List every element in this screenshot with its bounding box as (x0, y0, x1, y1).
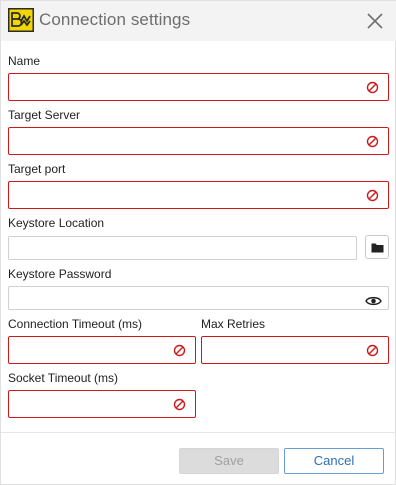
socket-timeout-input[interactable] (9, 391, 195, 417)
cancel-button[interactable]: Cancel (284, 448, 384, 474)
close-icon[interactable] (361, 7, 389, 35)
error-icon (173, 344, 186, 357)
error-icon (173, 398, 186, 411)
connection-timeout-label: Connection Timeout (ms) (8, 317, 143, 331)
error-icon (366, 135, 379, 148)
keystore-password-input[interactable] (9, 287, 388, 309)
save-button[interactable]: Save (179, 448, 279, 474)
folder-icon (371, 243, 384, 253)
target-port-field[interactable] (8, 181, 389, 209)
app-logo-icon (8, 8, 34, 32)
socket-timeout-label: Socket Timeout (ms) (8, 371, 119, 385)
eye-icon[interactable] (365, 295, 382, 307)
browse-keystore-button[interactable] (365, 235, 389, 259)
keystore-password-field[interactable] (8, 286, 389, 310)
connection-timeout-input[interactable] (9, 337, 195, 363)
error-icon (366, 189, 379, 202)
connection-settings-dialog: Connection settings Name Target Server T… (0, 0, 396, 485)
error-icon (366, 81, 379, 94)
error-icon (366, 344, 379, 357)
max-retries-input[interactable] (202, 337, 388, 363)
keystore-location-input[interactable] (9, 237, 356, 259)
connection-timeout-field[interactable] (8, 336, 196, 364)
keystore-location-field[interactable] (8, 236, 357, 260)
title-bar: Connection settings (1, 1, 396, 41)
target-port-label: Target port (8, 162, 66, 176)
target-port-input[interactable] (9, 182, 388, 208)
footer-divider (1, 432, 396, 433)
name-field[interactable] (8, 73, 389, 101)
target-server-input[interactable] (9, 128, 388, 154)
max-retries-label: Max Retries (201, 317, 266, 331)
max-retries-field[interactable] (201, 336, 389, 364)
target-server-field[interactable] (8, 127, 389, 155)
keystore-location-label: Keystore Location (8, 216, 105, 230)
dialog-title: Connection settings (39, 10, 191, 29)
target-server-label: Target Server (8, 108, 81, 122)
name-input[interactable] (9, 74, 388, 100)
keystore-password-label: Keystore Password (8, 267, 112, 281)
name-label: Name (8, 54, 41, 68)
socket-timeout-field[interactable] (8, 390, 196, 418)
